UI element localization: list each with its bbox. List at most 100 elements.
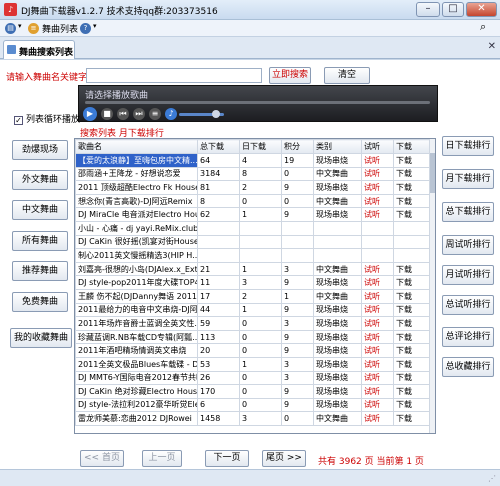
table-row[interactable]: 2011 顶级超酷Electro Fk House音...8129现场串烧试听下…	[75, 180, 431, 195]
loop-checkbox[interactable]: ✓ 列表循环播放	[14, 112, 80, 125]
table-row[interactable]: DJ CaKin 绝对珍藏Electro House... 170 0 9 现场串烧 试听…	[75, 384, 431, 399]
cell-download-link[interactable]: 下载	[393, 343, 431, 358]
play-icon[interactable]: ▶	[83, 107, 97, 121]
cell-download-link[interactable]: 下载	[393, 207, 431, 222]
cell-title[interactable]: DJ CaKin 绝对珍藏Electro House...	[75, 384, 198, 399]
rank-weekly-listen[interactable]: 周试听排行	[442, 235, 494, 255]
category-chinese[interactable]: 中文舞曲	[12, 200, 68, 220]
cell-title[interactable]: DJ style-法拉利2012豪华听觉Elec...	[75, 397, 198, 413]
table-row[interactable]: 制心2011英文慢摇精选3(HIP H...	[75, 248, 431, 263]
cell-title[interactable]: 制心2011英文慢摇精选3(HIP H...	[75, 248, 198, 263]
column-header-points[interactable]: 积分	[281, 139, 314, 154]
prev-page-button[interactable]: 上一页	[142, 450, 182, 467]
menu-item-song-list[interactable]: 舞曲列表	[42, 22, 78, 35]
column-header-download[interactable]: 下载	[393, 139, 431, 154]
cell-listen-link[interactable]	[361, 234, 394, 250]
cell-title[interactable]: 刘嘉亮-很想的小岛(DJAlex.x_Ext...	[75, 261, 198, 277]
cell-listen-link[interactable]: 试听	[361, 275, 394, 290]
category-recommended[interactable]: 推荐舞曲	[12, 261, 68, 281]
cell-listen-link[interactable]: 试听	[361, 316, 394, 331]
cell-download-link[interactable]: 下载	[393, 153, 431, 168]
table-row[interactable]: DJ style-法拉利2012豪华听觉Elec...609现场串烧试听下载	[75, 397, 431, 413]
dropdown-arrow-icon[interactable]: ▾	[18, 22, 22, 30]
cell-title[interactable]: 王麟 伤不起(DJDanny舞语 2011Mix)	[75, 288, 198, 304]
search-button[interactable]: 立即搜索	[269, 67, 311, 84]
cell-title[interactable]: 2011全英文极品Blues车载碟 - DJ...	[75, 356, 198, 372]
table-row[interactable]: 想念你(青言高歌)-DJ阿远Remix 8 0 0 中文舞曲 试听 下载	[75, 193, 431, 209]
cell-download-link[interactable]: 下载	[393, 288, 431, 304]
cell-download-link[interactable]: 下载	[393, 166, 431, 182]
rank-total-favorites[interactable]: 总收藏排行	[442, 357, 494, 377]
cell-listen-link[interactable]: 试听	[361, 288, 394, 304]
cell-listen-link[interactable]: 试听	[361, 329, 394, 345]
table-row[interactable]: DJ MMT6-Y国际电音2012春节共听...2603现场串烧试听下载	[75, 370, 431, 386]
rank-daily-download[interactable]: 日下载排行	[442, 136, 494, 156]
column-header-category[interactable]: 类别	[313, 139, 362, 154]
cell-title[interactable]: 2011 顶级超酷Electro Fk House音...	[75, 180, 198, 195]
volume-icon[interactable]: ♪	[165, 108, 177, 120]
resize-grip-icon[interactable]: ⋰	[488, 474, 498, 484]
table-row[interactable]: DJ MiraCle 电音派对Electro House...6219现场串烧试…	[75, 207, 431, 222]
cell-listen-link[interactable]: 试听	[361, 397, 394, 413]
cell-title[interactable]: DJ MMT6-Y国际电音2012春节共听...	[75, 370, 198, 386]
category-foreign[interactable]: 外文舞曲	[12, 170, 68, 190]
scrollbar-thumb[interactable]	[430, 153, 435, 193]
previous-icon[interactable]: ⏮	[117, 108, 129, 120]
cell-listen-link[interactable]: 试听	[361, 370, 394, 386]
category-all[interactable]: 所有舞曲	[12, 231, 68, 251]
rank-total-comments[interactable]: 总评论排行	[442, 327, 494, 347]
cell-title[interactable]: 邵雨涵+王降龙 - 好想说恋爱	[75, 166, 198, 182]
cell-title[interactable]: 小山 - 心痛 - dj yayi.ReMix.club 2...	[75, 220, 198, 236]
rank-monthly-download[interactable]: 月下载排行	[442, 169, 494, 189]
table-row[interactable]: 2011年场炸音爵士蓝调全英文性... 59 0 3 现场串烧 试听 下载	[75, 316, 431, 331]
cell-title[interactable]: 【爱的太浪静】至嗨包房中文精...	[75, 153, 198, 168]
cell-title[interactable]: 雷龙师美慕:恋曲2012 DJRowei	[75, 411, 198, 426]
category-live[interactable]: 劲爆现场	[12, 140, 68, 160]
volume-knob[interactable]	[212, 110, 220, 118]
cell-download-link[interactable]: 下载	[393, 302, 431, 318]
column-header-daily-downloads[interactable]: 日下载	[239, 139, 282, 154]
cell-listen-link[interactable]: 试听	[361, 384, 394, 399]
category-favorites[interactable]: 我的收藏舞曲	[10, 328, 72, 348]
cell-download-link[interactable]: 下载	[393, 329, 431, 345]
cell-listen-link[interactable]: 试听	[361, 207, 394, 222]
table-row[interactable]: 珍藏蓝调R.NB车载CD专辑(阿瓢... 113 0 9 现场串烧 试听 下载	[75, 329, 431, 345]
cell-title[interactable]: 2011年场炸音爵士蓝调全英文性...	[75, 316, 198, 331]
cell-download-link[interactable]: 下载	[393, 370, 431, 386]
search-input[interactable]	[86, 68, 262, 83]
cell-download-link[interactable]	[393, 220, 431, 236]
close-button[interactable]: ✕	[466, 2, 497, 17]
table-row[interactable]: DJ CaKin 很好摇(凯宴对街House...	[75, 234, 431, 250]
first-page-button[interactable]: << 首页	[80, 450, 124, 467]
cell-download-link[interactable]	[393, 234, 431, 250]
table-row[interactable]: 邵雨涵+王降龙 - 好想说恋爱 3184 8 0 中文舞曲 试听 下载	[75, 166, 431, 182]
column-header-total-downloads[interactable]: 总下载	[197, 139, 240, 154]
cell-listen-link[interactable]: 试听	[361, 302, 394, 318]
cell-download-link[interactable]: 下载	[393, 356, 431, 372]
player-progress-bar[interactable]	[85, 101, 430, 104]
cell-download-link[interactable]: 下载	[393, 180, 431, 195]
cell-download-link[interactable]: 下载	[393, 384, 431, 399]
cell-listen-link[interactable]: 试听	[361, 411, 394, 426]
cell-listen-link[interactable]: 试听	[361, 261, 394, 277]
cell-download-link[interactable]: 下载	[393, 193, 431, 209]
playlist-icon[interactable]: ≡	[149, 108, 161, 120]
cell-download-link[interactable]: 下载	[393, 316, 431, 331]
tab-song-search[interactable]: 舞曲搜索列表	[3, 40, 75, 59]
last-page-button[interactable]: 尾页 >>	[262, 450, 306, 467]
table-row[interactable]: 雷龙师美慕:恋曲2012 DJRowei 1458 3 0 中文舞曲 试听 下载	[75, 411, 431, 426]
cell-listen-link[interactable]: 试听	[361, 356, 394, 372]
column-header-listen[interactable]: 试听	[361, 139, 394, 154]
help-icon[interactable]: ?	[80, 23, 91, 34]
column-header-title[interactable]: 歌曲名	[75, 139, 198, 154]
table-row[interactable]: 王麟 伤不起(DJDanny舞语 2011Mix)1721中文舞曲试听下载	[75, 288, 431, 304]
cell-listen-link[interactable]: 试听	[361, 343, 394, 358]
menu-icon[interactable]: ▤	[5, 23, 16, 34]
table-row[interactable]: 刘嘉亮-很想的小岛(DJAlex.x_Ext... 21 1 3 中文舞曲 试听 下载	[75, 261, 431, 277]
cell-title[interactable]: 2011最给力的电音中文串烧-DJ阿满	[75, 302, 198, 318]
table-row[interactable]: 2011全英文极品Blues车载碟 - DJ... 53 1 3 现场串烧 试听 下载	[75, 356, 431, 372]
maximize-button[interactable]: □	[442, 2, 464, 17]
rank-total-listen[interactable]: 总试听排行	[442, 295, 494, 315]
cell-download-link[interactable]: 下载	[393, 261, 431, 277]
cell-listen-link[interactable]: 试听	[361, 153, 394, 168]
